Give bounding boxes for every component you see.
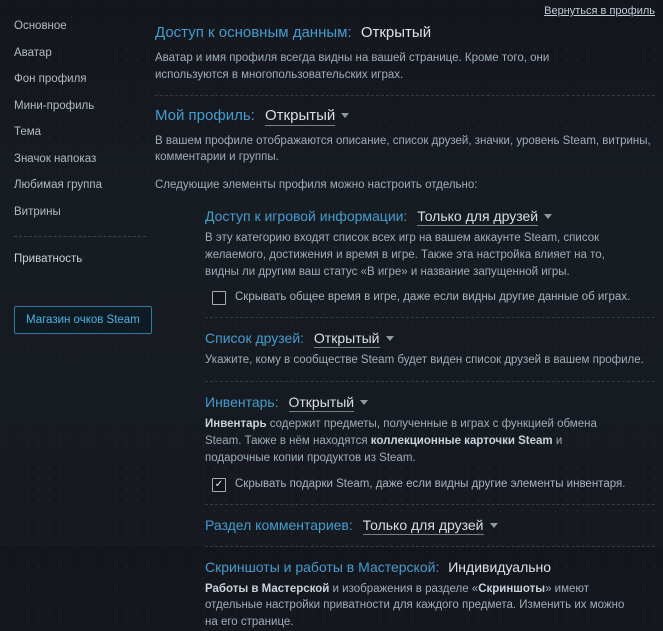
chevron-down-icon xyxy=(341,113,349,118)
section-divider xyxy=(155,95,655,96)
my-profile-visibility-dropdown[interactable]: Открытый xyxy=(265,107,349,124)
friends-list-title: Список друзей: Открытый xyxy=(205,330,655,347)
sidebar-item-featured-badge[interactable]: Значок напоказ xyxy=(14,153,146,180)
settings-sidebar: Основное Аватар Фон профиля Мини-профиль… xyxy=(14,20,146,334)
return-to-profile-link[interactable]: Вернуться в профиль xyxy=(544,5,655,17)
subsection-divider xyxy=(205,381,655,382)
friends-list-visibility-dropdown[interactable]: Открытый xyxy=(314,330,394,346)
sidebar-item-theme[interactable]: Тема xyxy=(14,126,146,153)
hide-gifts-row: ✓ Скрывать подарки Steam, даже если видн… xyxy=(205,477,655,492)
sidebar-item-privacy[interactable]: Приватность xyxy=(14,253,146,280)
hide-playtime-checkbox[interactable]: ✓ xyxy=(212,291,226,305)
chevron-down-icon xyxy=(360,400,368,405)
inventory-visibility-value: Открытый xyxy=(289,394,355,412)
screenshots-title: Скриншоты и работы в Мастерской: Индивид… xyxy=(205,559,655,576)
friends-list-label: Список друзей: xyxy=(205,330,304,346)
subsection-divider xyxy=(205,317,655,318)
subsection-divider xyxy=(205,504,655,505)
points-shop-button[interactable]: Магазин очков Steam xyxy=(14,306,152,334)
friends-list-visibility-value: Открытый xyxy=(314,330,380,348)
my-profile-description: В вашем профиле отображаются описание, с… xyxy=(155,133,655,167)
game-info-visibility-dropdown[interactable]: Только для друзей xyxy=(417,208,552,224)
basic-access-value: Открытый xyxy=(361,24,431,41)
sidebar-item-profile-background[interactable]: Фон профиля xyxy=(14,73,146,100)
privacy-settings-content: Вернуться в профиль Доступ к основным да… xyxy=(155,0,655,631)
chevron-down-icon xyxy=(386,336,394,341)
screenshots-label: Скриншоты и работы в Мастерской: xyxy=(205,559,439,575)
basic-access-title: Доступ к основным данным: Открытый xyxy=(155,24,655,42)
hide-gifts-label: Скрывать подарки Steam, даже если видны … xyxy=(235,477,625,492)
subsection-divider xyxy=(205,546,655,547)
inventory-label: Инвентарь: xyxy=(205,394,279,410)
my-profile-visibility-value: Открытый xyxy=(265,107,335,126)
inventory-visibility-dropdown[interactable]: Открытый xyxy=(289,394,369,410)
game-info-description: В эту категорию входят список всех игр н… xyxy=(205,230,625,280)
screenshots-description: Работы в Мастерской и изображения в разд… xyxy=(205,581,635,631)
comments-visibility-dropdown[interactable]: Только для друзей xyxy=(363,517,498,533)
privacy-subsections: Доступ к игровой информации: Только для … xyxy=(205,208,655,631)
basic-access-label: Доступ к основным данным: xyxy=(155,24,352,41)
sidebar-item-avatar[interactable]: Аватар xyxy=(14,47,146,74)
game-info-visibility-value: Только для друзей xyxy=(417,208,538,226)
screenshots-value: Индивидуально xyxy=(448,559,551,575)
hide-playtime-row: ✓ Скрывать общее время в игре, даже если… xyxy=(205,290,655,305)
comments-title: Раздел комментариев: Только для друзей xyxy=(205,517,655,534)
sidebar-item-mini-profile[interactable]: Мини-профиль xyxy=(14,100,146,127)
inventory-title: Инвентарь: Открытый xyxy=(205,394,655,411)
inventory-description: Инвентарь содержит предметы, полученные … xyxy=(205,416,609,466)
my-profile-label: Мой профиль: xyxy=(155,107,255,124)
chevron-down-icon xyxy=(490,523,498,528)
game-info-label: Доступ к игровой информации: xyxy=(205,208,407,224)
configure-separately-note: Следующие элементы профиля можно настрои… xyxy=(155,179,655,191)
friends-list-description: Укажите, кому в сообществе Steam будет в… xyxy=(205,352,655,369)
comments-label: Раздел комментариев: xyxy=(205,517,353,533)
sidebar-divider xyxy=(14,236,146,237)
comments-visibility-value: Только для друзей xyxy=(363,517,484,535)
check-icon: ✓ xyxy=(215,480,223,490)
game-info-title: Доступ к игровой информации: Только для … xyxy=(205,208,655,225)
return-row: Вернуться в профиль xyxy=(155,0,655,17)
sidebar-item-showcases[interactable]: Витрины xyxy=(14,206,146,233)
sidebar-item-general[interactable]: Основное xyxy=(14,20,146,47)
basic-access-description: Аватар и имя профиля всегда видны на ваш… xyxy=(155,50,610,84)
sidebar-item-favorite-group[interactable]: Любимая группа xyxy=(14,179,146,206)
hide-gifts-checkbox[interactable]: ✓ xyxy=(212,478,226,492)
my-profile-title: Мой профиль: Открытый xyxy=(155,107,655,125)
hide-playtime-label: Скрывать общее время в игре, даже если в… xyxy=(235,290,630,305)
chevron-down-icon xyxy=(544,214,552,219)
